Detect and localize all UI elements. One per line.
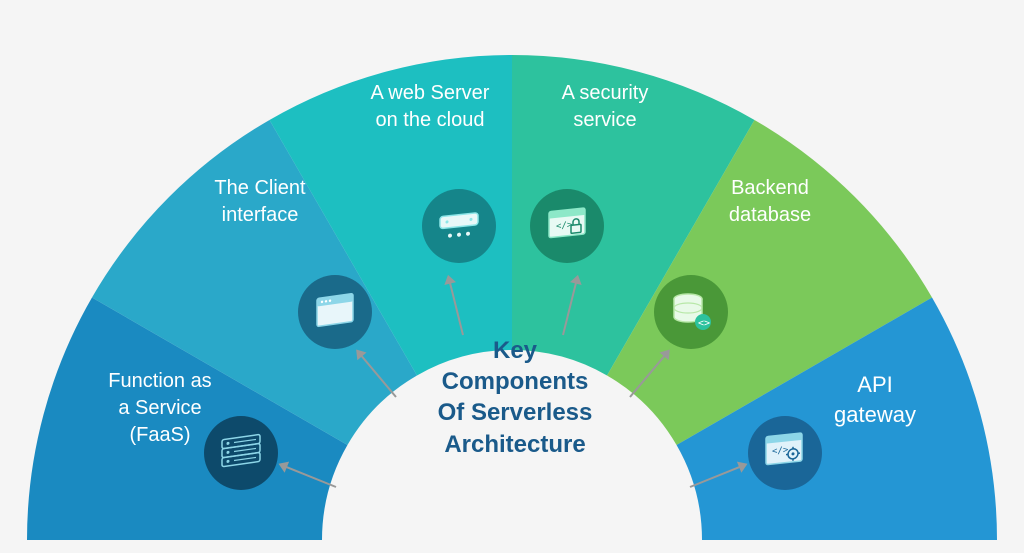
icon-circle-database: <> xyxy=(654,275,728,349)
serverless-components-diagram: Function as a Service (FaaS) The Client … xyxy=(0,0,1024,553)
code-gear-icon: </> xyxy=(764,432,806,474)
icon-circle-api: </> xyxy=(748,416,822,490)
icon-circle-faas xyxy=(204,416,278,490)
icon-circle-client xyxy=(298,275,372,349)
server-icon xyxy=(220,432,262,474)
icon-circle-webserver xyxy=(422,189,496,263)
semicircle-chart xyxy=(0,0,1024,553)
icon-circle-security: </> xyxy=(530,189,604,263)
center-title: Key Components Of Serverless Architectur… xyxy=(410,335,620,460)
window-icon xyxy=(314,291,356,333)
router-icon xyxy=(438,205,480,247)
lock-code-icon: </> xyxy=(546,205,588,247)
database-icon: <> xyxy=(670,291,712,333)
svg-text:<>: <> xyxy=(698,318,710,329)
